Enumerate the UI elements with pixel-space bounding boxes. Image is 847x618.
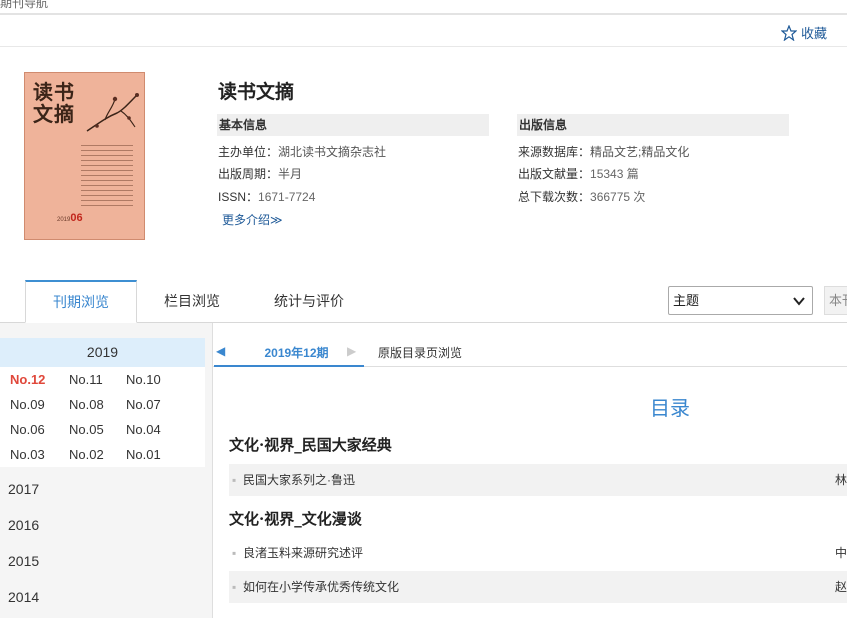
star-icon bbox=[780, 24, 797, 41]
more-intro-link[interactable]: 更多介绍≫ bbox=[222, 211, 283, 228]
issue-link[interactable]: No.09 bbox=[10, 397, 45, 412]
issue-link[interactable]: No.10 bbox=[126, 372, 161, 387]
year-2019-header[interactable]: 2019 bbox=[0, 338, 205, 367]
info-row-issn: ISSN：1671-7724 bbox=[218, 190, 316, 204]
article-title[interactable]: 如何在小学传承优秀传统文化 bbox=[243, 580, 399, 594]
cover-title: 读书文摘 bbox=[33, 80, 75, 126]
plum-branch-illustration bbox=[86, 93, 139, 132]
info-row-sponsor: 主办单位：湖北读书文摘杂志社 bbox=[218, 145, 387, 159]
favorite-bar bbox=[0, 15, 847, 47]
breadcrumb[interactable]: 期刊导航 bbox=[0, 0, 48, 11]
publish-info-heading: 出版信息 bbox=[517, 114, 789, 136]
search-field-select[interactable]: 主题 bbox=[668, 286, 813, 315]
bullet-icon: ▪ bbox=[232, 580, 237, 594]
tab-statistics[interactable]: 统计与评价 bbox=[262, 281, 356, 322]
issue-link[interactable]: No.11 bbox=[69, 372, 103, 387]
issue-link-current[interactable]: No.12 bbox=[10, 372, 45, 387]
section-heading: 文化·视界_文化漫谈 bbox=[229, 510, 362, 528]
chevron-down-icon bbox=[792, 288, 806, 324]
tab-issue-browse[interactable]: 刊期浏览 bbox=[25, 280, 137, 323]
cover-contents-lines bbox=[81, 145, 133, 210]
toc-title: 目录 bbox=[650, 398, 690, 420]
year-item[interactable]: 2014 bbox=[8, 589, 39, 605]
issue-link[interactable]: No.01 bbox=[126, 447, 161, 462]
article-author: 赵 bbox=[834, 580, 847, 594]
favorite-button[interactable]: 收藏 bbox=[780, 23, 827, 42]
article-title[interactable]: 良渚玉料来源研究述评 bbox=[243, 546, 363, 560]
subtab-underline bbox=[214, 365, 364, 367]
cover-issue-number: 201906 bbox=[57, 212, 83, 224]
issue-link[interactable]: No.03 bbox=[10, 447, 45, 462]
year-item[interactable]: 2015 bbox=[8, 553, 39, 569]
info-row-doc-count: 出版文献量：15343 篇 bbox=[518, 167, 639, 181]
subtab-current-issue[interactable]: 2019年12期 bbox=[230, 344, 363, 361]
prev-issue-arrow-icon[interactable]: ◀ bbox=[216, 344, 225, 358]
basic-info-heading: 基本信息 bbox=[217, 114, 489, 136]
journal-cover[interactable]: 读书文摘 201906 bbox=[24, 72, 145, 240]
issue-link[interactable]: No.08 bbox=[69, 397, 104, 412]
subtab-original-toc[interactable]: 原版目录页浏览 bbox=[378, 344, 462, 361]
bullet-icon: ▪ bbox=[232, 473, 237, 487]
article-author: 林 bbox=[834, 473, 847, 487]
info-row-database: 来源数据库：精品文艺;精品文化 bbox=[518, 145, 690, 159]
year-item[interactable]: 2017 bbox=[8, 481, 39, 497]
article-author: 中 bbox=[834, 546, 847, 560]
search-field-value: 主题 bbox=[673, 293, 700, 308]
issue-grid: No.12 No.11 No.10 No.09 No.08 No.07 No.0… bbox=[0, 367, 205, 467]
article-title[interactable]: 民国大家系列之·鲁迅 bbox=[243, 473, 355, 487]
article-row[interactable]: ▪ 民国大家系列之·鲁迅 林 bbox=[229, 464, 847, 496]
tab-column-browse[interactable]: 栏目浏览 bbox=[150, 281, 234, 322]
info-row-downloads: 总下载次数：366775 次 bbox=[518, 190, 646, 204]
search-scope-box[interactable]: 本刊 bbox=[824, 286, 847, 315]
journal-title: 读书文摘 bbox=[218, 81, 295, 103]
year-item[interactable]: 2016 bbox=[8, 517, 39, 533]
issue-link[interactable]: No.02 bbox=[69, 447, 104, 462]
issue-link[interactable]: No.07 bbox=[126, 397, 161, 412]
issue-link[interactable]: No.05 bbox=[69, 422, 104, 437]
issue-link[interactable]: No.04 bbox=[126, 422, 161, 437]
info-row-cycle: 出版周期：半月 bbox=[218, 167, 303, 181]
favorite-label: 收藏 bbox=[800, 26, 827, 41]
section-heading: 文化·视界_民国大家经典 bbox=[229, 436, 392, 454]
article-row[interactable]: ▪ 良渚玉料来源研究述评 中 bbox=[229, 537, 847, 569]
article-row[interactable]: ▪ 如何在小学传承优秀传统文化 赵 bbox=[229, 571, 847, 603]
next-issue-arrow-icon[interactable]: ▶ bbox=[347, 344, 356, 358]
issue-link[interactable]: No.06 bbox=[10, 422, 45, 437]
bullet-icon: ▪ bbox=[232, 546, 237, 560]
